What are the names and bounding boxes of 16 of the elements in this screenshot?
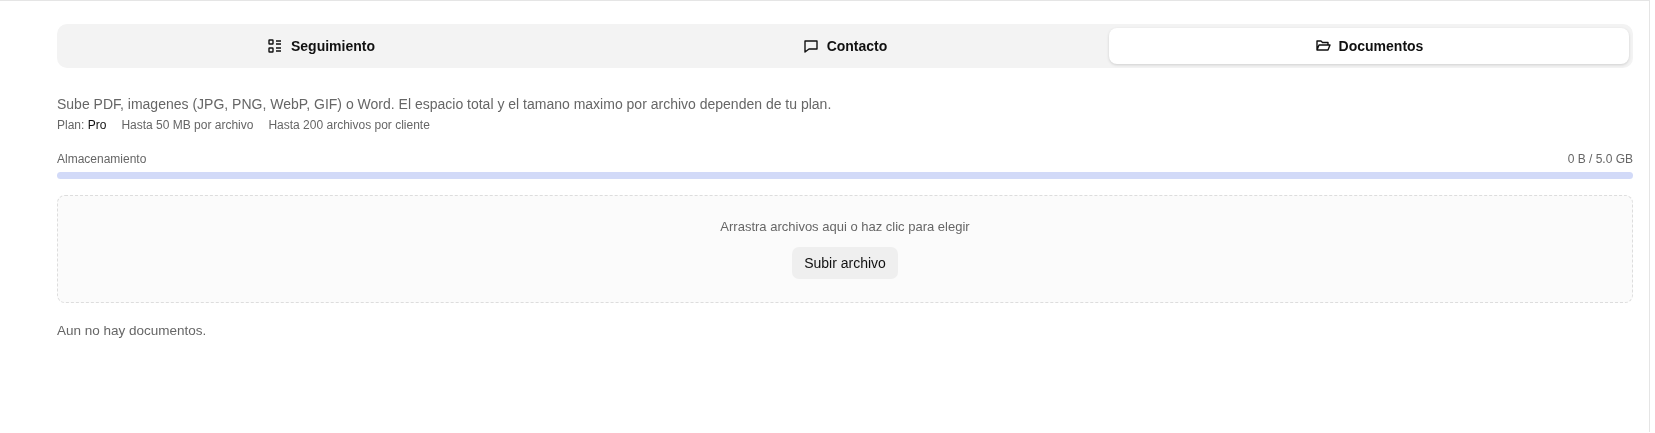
drop-hint: Arrastra archivos aqui o haz clic para elegir [720, 219, 970, 234]
limit-text: Hasta 50 MB por archivo [121, 118, 254, 132]
drop-zone[interactable]: Arrastra archivos aqui o haz clic para elegir Subir archivo [57, 195, 1633, 303]
empty-message: Aun no hay documentos. [57, 323, 208, 338]
limit-text: Hasta 200 archivos por cliente [268, 118, 430, 132]
tab[interactable]: Seguimiento [61, 28, 581, 64]
chat-icon [802, 38, 819, 54]
folder-icon [1314, 38, 1331, 54]
list-icon [267, 38, 283, 54]
tab[interactable]: Contacto [585, 28, 1105, 64]
plan-label: Plan: Pro [57, 118, 107, 132]
storage-label: Almacenamiento [57, 152, 147, 166]
description: Sube PDF, imagenes (JPG, PNG, WebP, GIF) o Word. El espacio total y el tamano maximo por archivo dependen de tu plan. [57, 96, 833, 112]
storage-reading: 0 B / 5.0 GB [1567, 152, 1633, 166]
tab[interactable]: Documentos [1109, 28, 1629, 64]
upload-button[interactable]: Subir archivo [792, 247, 898, 279]
